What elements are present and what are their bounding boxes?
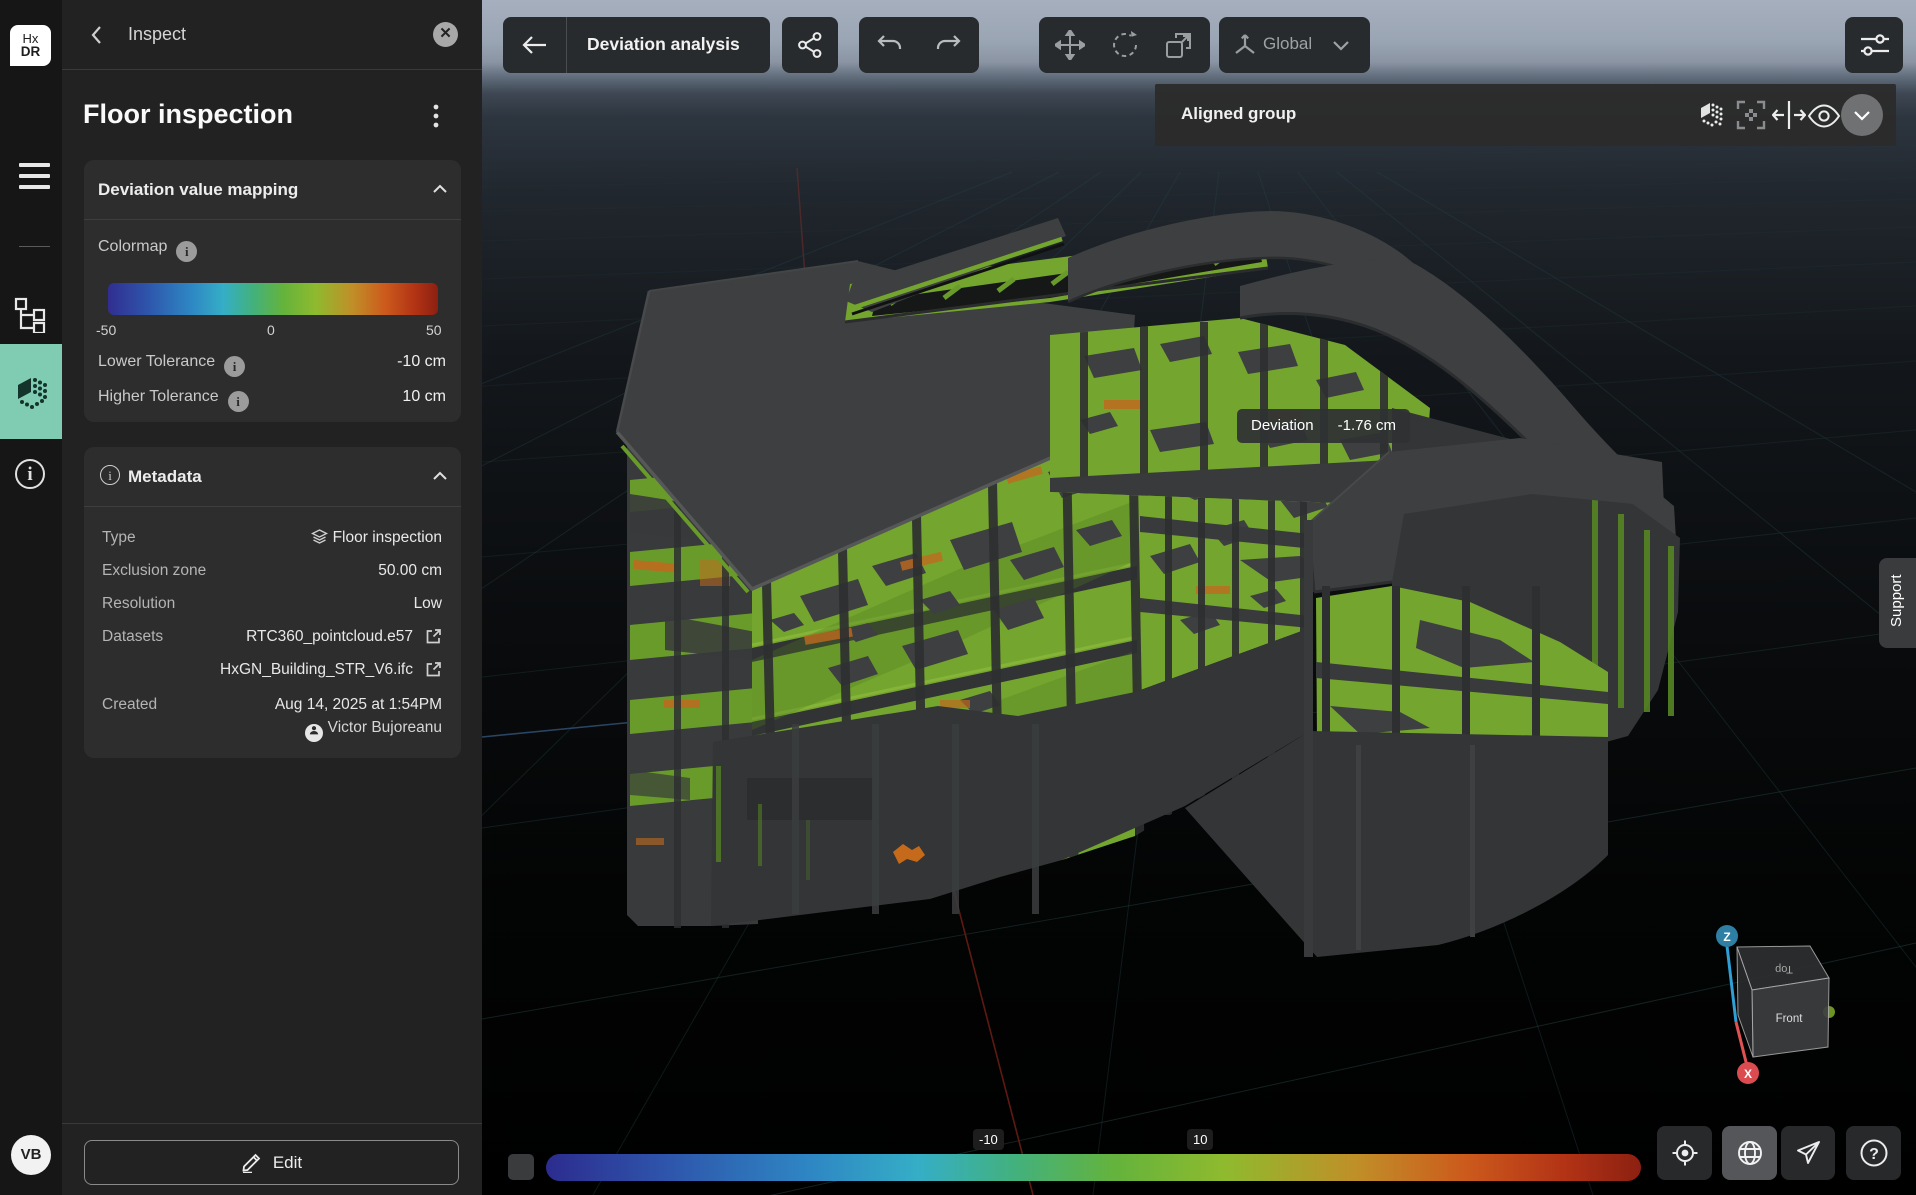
svg-text:?: ? xyxy=(1869,1146,1879,1163)
svg-text:Z: Z xyxy=(1723,930,1730,944)
svg-text:Front: Front xyxy=(1776,1013,1804,1025)
svg-text:X: X xyxy=(1744,1067,1752,1081)
svg-text:Top: Top xyxy=(1775,963,1793,975)
